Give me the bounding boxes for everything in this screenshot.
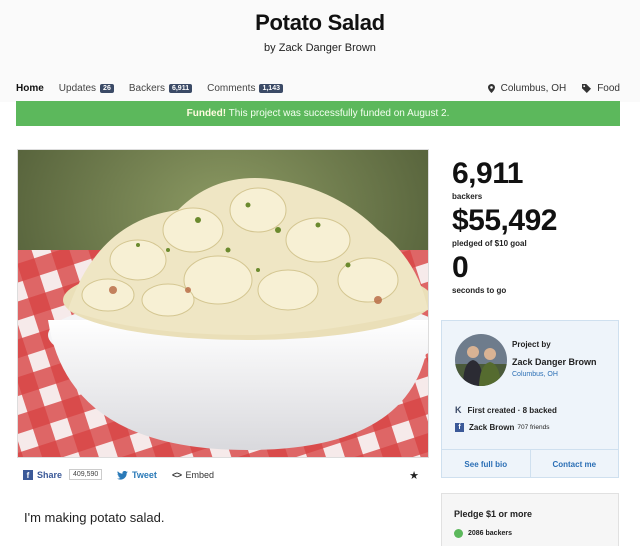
potato-salad-image	[18, 150, 428, 457]
nav-comments[interactable]: Comments 1,143	[207, 83, 283, 94]
first-created-text: First created · 8 backed	[467, 405, 557, 415]
tag-icon	[582, 84, 592, 93]
project-title: Potato Salad	[255, 10, 385, 35]
nav-backers-label: Backers	[128, 83, 165, 94]
nav-comments-label: Comments	[207, 83, 256, 94]
creator-avatar[interactable]	[455, 334, 507, 386]
facebook-friends: 707 friends	[517, 424, 550, 431]
location-label: Columbus, OH	[500, 83, 567, 94]
location-link[interactable]: Columbus, OH	[487, 83, 567, 94]
share-count: 409,590	[69, 469, 103, 480]
project-stats: 6,911 backers $55,492 pledged of $10 goa…	[452, 158, 632, 299]
star-icon[interactable]: ★	[409, 469, 419, 482]
reward-backers-count: 2086 backers	[468, 530, 512, 537]
embed-label: Embed	[185, 470, 215, 480]
creator-name[interactable]: Zack Danger Brown	[512, 357, 597, 367]
reward-title: Pledge $1 or more	[454, 509, 533, 519]
funded-label: Funded!	[186, 108, 227, 119]
seconds-remaining: 0	[452, 251, 469, 284]
seconds-label: seconds to go	[452, 286, 507, 295]
project-blurb: I'm making potato salad.	[24, 510, 165, 525]
nav-updates[interactable]: Updates 26	[59, 83, 114, 94]
tweet-label: Tweet	[132, 470, 157, 480]
project-nav: Home Updates 26 Backers 6,911 Comments 1,14…	[0, 72, 640, 102]
facebook-icon: f	[23, 470, 33, 480]
kickstarter-icon: K	[455, 405, 462, 415]
share-label: Share	[37, 470, 63, 480]
map-pin-icon	[487, 84, 495, 93]
nav-updates-label: Updates	[58, 83, 97, 94]
see-full-bio-button[interactable]: See full bio	[442, 450, 530, 478]
project-by-label: Project by	[512, 340, 551, 349]
creator-photo	[455, 334, 507, 386]
twitter-bird-icon	[117, 470, 128, 480]
creator-location[interactable]: Columbus, OH	[512, 371, 558, 378]
contact-me-button[interactable]: Contact me	[529, 450, 619, 478]
creator-card: Project by Zack Danger Brown Columbus, O…	[441, 320, 619, 478]
comments-count-badge: 1,143	[259, 84, 283, 93]
tweet-button[interactable]: Tweet	[117, 470, 157, 480]
project-byline[interactable]: by Zack Danger Brown	[0, 42, 640, 54]
funded-banner: Funded! This project was successfully fu…	[16, 101, 620, 126]
backers-count: 6,911	[452, 157, 523, 190]
embed-code-icon: <>	[172, 470, 182, 480]
project-header: Potato Salad by Zack Danger Brown	[0, 0, 640, 72]
project-video-thumbnail[interactable]	[17, 149, 429, 458]
creator-actions: See full bio Contact me	[442, 449, 618, 478]
nav-home-label: Home	[16, 83, 44, 94]
facebook-share-button[interactable]: f Share	[23, 470, 62, 480]
category-label: Food	[597, 83, 620, 94]
share-bar: f Share 409,590 Tweet <> Embed ★	[17, 464, 429, 490]
funded-message: This project was successfully funded on …	[228, 108, 450, 119]
reward-card[interactable]: Pledge $1 or more 2086 backers	[441, 493, 619, 546]
updates-count-badge: 26	[100, 84, 114, 93]
facebook-name: Zack Brown	[469, 423, 515, 432]
pledged-label: pledged of $10 goal	[452, 239, 527, 248]
backers-dot-icon	[454, 529, 463, 538]
reward-backers: 2086 backers	[454, 529, 512, 538]
pledged-amount: $55,492	[452, 204, 557, 237]
creator-history: K First created · 8 backed	[455, 405, 557, 415]
embed-button[interactable]: <> Embed	[172, 470, 214, 480]
nav-backers[interactable]: Backers 6,911	[128, 83, 193, 94]
creator-facebook: f Zack Brown 707 friends	[455, 423, 550, 432]
backers-label: backers	[452, 192, 483, 201]
facebook-icon: f	[455, 423, 464, 432]
backers-count-badge: 6,911	[168, 84, 193, 93]
nav-home[interactable]: Home	[16, 83, 44, 94]
category-link[interactable]: Food	[582, 83, 620, 94]
